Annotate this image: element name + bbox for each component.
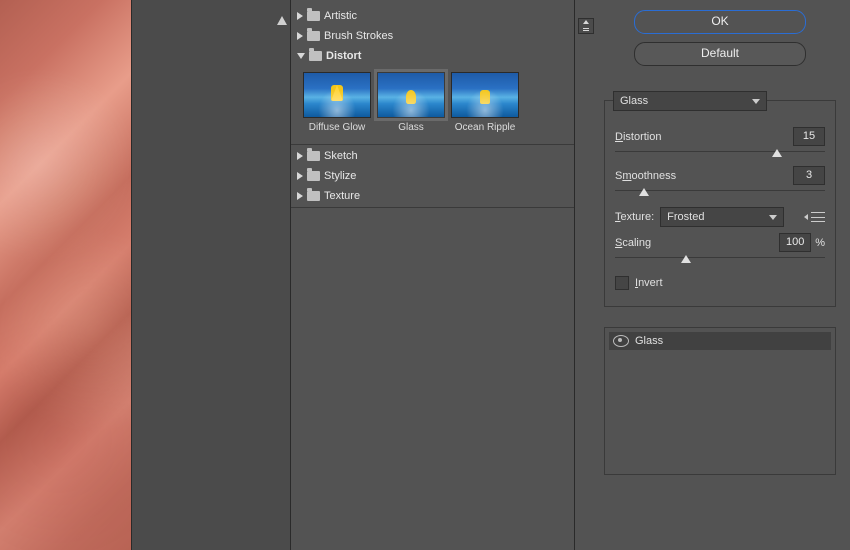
effect-layer-row[interactable]: Glass <box>609 332 831 350</box>
controls-panel: OK Default Glass Distortion 15 Smoothnes… <box>600 0 850 550</box>
smoothness-slider[interactable] <box>615 187 825 199</box>
ok-button[interactable]: OK <box>634 10 806 34</box>
filter-select-value: Glass <box>620 95 648 107</box>
filter-select[interactable]: Glass <box>613 91 767 111</box>
chevron-down-icon <box>752 99 760 104</box>
texture-select-value: Frosted <box>667 211 704 223</box>
category-texture[interactable]: Texture <box>291 186 574 206</box>
category-distort[interactable]: Distort <box>291 46 574 66</box>
category-sketch[interactable]: Sketch <box>291 146 574 166</box>
folder-icon <box>307 31 320 41</box>
category-stylize[interactable]: Stylize <box>291 166 574 186</box>
chevron-down-icon <box>769 215 777 220</box>
distortion-label: Distortion <box>615 131 661 143</box>
folder-icon <box>309 51 322 61</box>
folder-icon <box>307 151 320 161</box>
invert-checkbox[interactable] <box>615 276 629 290</box>
distortion-slider[interactable] <box>615 148 825 160</box>
visibility-eye-icon[interactable] <box>613 335 629 347</box>
thumb-label: Diffuse Glow <box>301 122 373 133</box>
chevron-right-icon <box>297 192 303 200</box>
filter-settings-panel: Glass Distortion 15 Smoothness 3 Texture… <box>604 100 836 307</box>
chevron-right-icon <box>297 152 303 160</box>
smoothness-input[interactable]: 3 <box>793 166 825 185</box>
invert-label: Invert <box>635 277 663 289</box>
param-scaling: Scaling 100 % <box>615 233 825 252</box>
param-invert: Invert <box>615 276 825 290</box>
smoothness-label: Smoothness <box>615 170 676 182</box>
category-label: Texture <box>324 190 360 202</box>
chevron-down-icon <box>297 53 305 59</box>
preview-canvas[interactable] <box>0 0 132 550</box>
expand-panel-icon[interactable] <box>578 18 594 34</box>
filter-thumb-diffuse-glow[interactable]: Diffuse Glow <box>301 72 373 133</box>
scaling-slider[interactable] <box>615 254 825 266</box>
param-distortion: Distortion 15 <box>615 127 825 146</box>
filter-thumb-glass[interactable]: Glass <box>375 72 447 133</box>
category-artistic[interactable]: Artistic <box>291 6 574 26</box>
filter-thumb-ocean-ripple[interactable]: Ocean Ripple <box>449 72 521 133</box>
preview-sidebar <box>132 0 291 550</box>
distortion-input[interactable]: 15 <box>793 127 825 146</box>
folder-icon <box>307 11 320 21</box>
effect-layer-name: Glass <box>635 335 663 347</box>
texture-menu-icon[interactable] <box>811 212 825 222</box>
thumb-label: Glass <box>375 122 447 133</box>
thumb-label: Ocean Ripple <box>449 122 521 133</box>
scroll-up-icon[interactable] <box>277 16 287 25</box>
texture-label: Texture: <box>615 211 654 223</box>
category-label: Brush Strokes <box>324 30 393 42</box>
folder-icon <box>307 191 320 201</box>
filter-gallery: Artistic Brush Strokes Distort Diffuse G… <box>291 0 575 550</box>
scaling-unit: % <box>815 237 825 249</box>
category-brush-strokes[interactable]: Brush Strokes <box>291 26 574 46</box>
category-label: Artistic <box>324 10 357 22</box>
effect-layers-panel: Glass <box>604 327 836 475</box>
chevron-right-icon <box>297 12 303 20</box>
param-smoothness: Smoothness 3 <box>615 166 825 185</box>
scaling-input[interactable]: 100 <box>779 233 811 252</box>
category-label: Distort <box>326 50 361 62</box>
param-texture: Texture: Frosted <box>615 207 825 227</box>
category-label: Stylize <box>324 170 356 182</box>
category-label: Sketch <box>324 150 358 162</box>
chevron-right-icon <box>297 172 303 180</box>
texture-select[interactable]: Frosted <box>660 207 784 227</box>
folder-icon <box>307 171 320 181</box>
scaling-label: Scaling <box>615 237 651 249</box>
default-button[interactable]: Default <box>634 42 806 66</box>
distort-thumbnails: Diffuse Glow Glass Ocean Ripple <box>291 66 574 143</box>
chevron-right-icon <box>297 32 303 40</box>
